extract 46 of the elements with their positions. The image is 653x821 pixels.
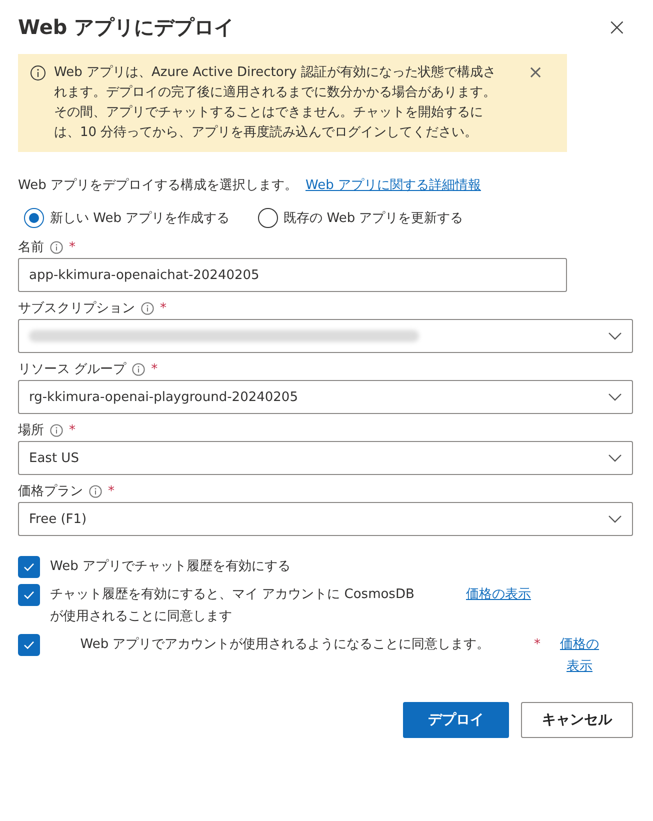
checkbox[interactable]	[18, 634, 40, 656]
required-mark: *	[108, 484, 114, 498]
deploy-button[interactable]: デプロイ	[403, 702, 509, 738]
info-icon	[141, 302, 154, 314]
required-mark: *	[69, 240, 76, 254]
info-icon	[30, 65, 46, 81]
info-icon	[89, 484, 102, 498]
dropdown[interactable]: Free (F1)	[18, 502, 633, 536]
banner-text: Web アプリは、Azure Active Directory 認証が有効になった状態で構成されます。デプロイの完了後に適用されるまでに数分かかる場合があります。その間、アプリでチャットすることはできません。チャットを開始するには、10 分待ってから、アプリを再度読み込んでログインしてください。	[54, 64, 498, 142]
checkbox[interactable]	[18, 584, 40, 606]
required-mark: *	[160, 300, 166, 316]
pricing-link[interactable]: 価格の表示	[466, 584, 531, 606]
field-label: 名前	[18, 239, 44, 256]
checkbox-label: チャット履歴を有効にすると、マイ アカウントに CosmosDB が使用されることに同意します	[50, 586, 416, 626]
radio-button[interactable]	[258, 208, 278, 228]
dropdown[interactable]: rg-kkimura-openai-playground-20240205	[18, 380, 633, 414]
radio-label: 新しい Web アプリを作成する	[50, 210, 230, 227]
dropdown[interactable]	[18, 319, 633, 353]
info-icon	[132, 362, 146, 376]
field-label: サブスクリプション	[18, 300, 135, 317]
info-icon	[50, 424, 63, 436]
checkbox[interactable]	[18, 556, 40, 578]
required-mark: *	[151, 362, 158, 376]
radio-button[interactable]	[24, 208, 44, 228]
close-button[interactable]: ×	[600, 13, 633, 41]
chevron-down-icon	[608, 515, 622, 523]
pricing-link[interactable]: 価格の表示	[556, 634, 602, 678]
required-mark: *	[534, 636, 540, 654]
name-field[interactable]: app-kkimura-openaichat-20240205	[18, 258, 567, 292]
checkbox-label: Web アプリでアカウントが使用されるようになることに同意します。	[79, 636, 491, 654]
cancel-button[interactable]: キャンセル	[521, 702, 633, 738]
dismiss-button[interactable]: ×	[512, 63, 544, 83]
info-icon	[50, 240, 63, 254]
field-label: 価格プラン	[18, 483, 83, 500]
checkbox-label: Web アプリでチャット履歴を有効にする	[50, 558, 290, 576]
dialog-title: Web アプリにデプロイ	[18, 14, 234, 40]
field-label: リソース グループ	[18, 361, 126, 378]
intro-text: Web アプリをデプロイする構成を選択します。	[18, 177, 298, 194]
chevron-down-icon	[608, 332, 622, 340]
dropdown[interactable]: East US	[18, 441, 633, 475]
details-link[interactable]: Web アプリに関する詳細情報	[305, 176, 481, 194]
chevron-down-icon	[608, 454, 622, 462]
chevron-down-icon	[608, 393, 622, 401]
radio-label: 既存の Web アプリを更新する	[284, 210, 464, 227]
required-mark: *	[69, 422, 76, 438]
field-label: 場所	[18, 422, 44, 439]
